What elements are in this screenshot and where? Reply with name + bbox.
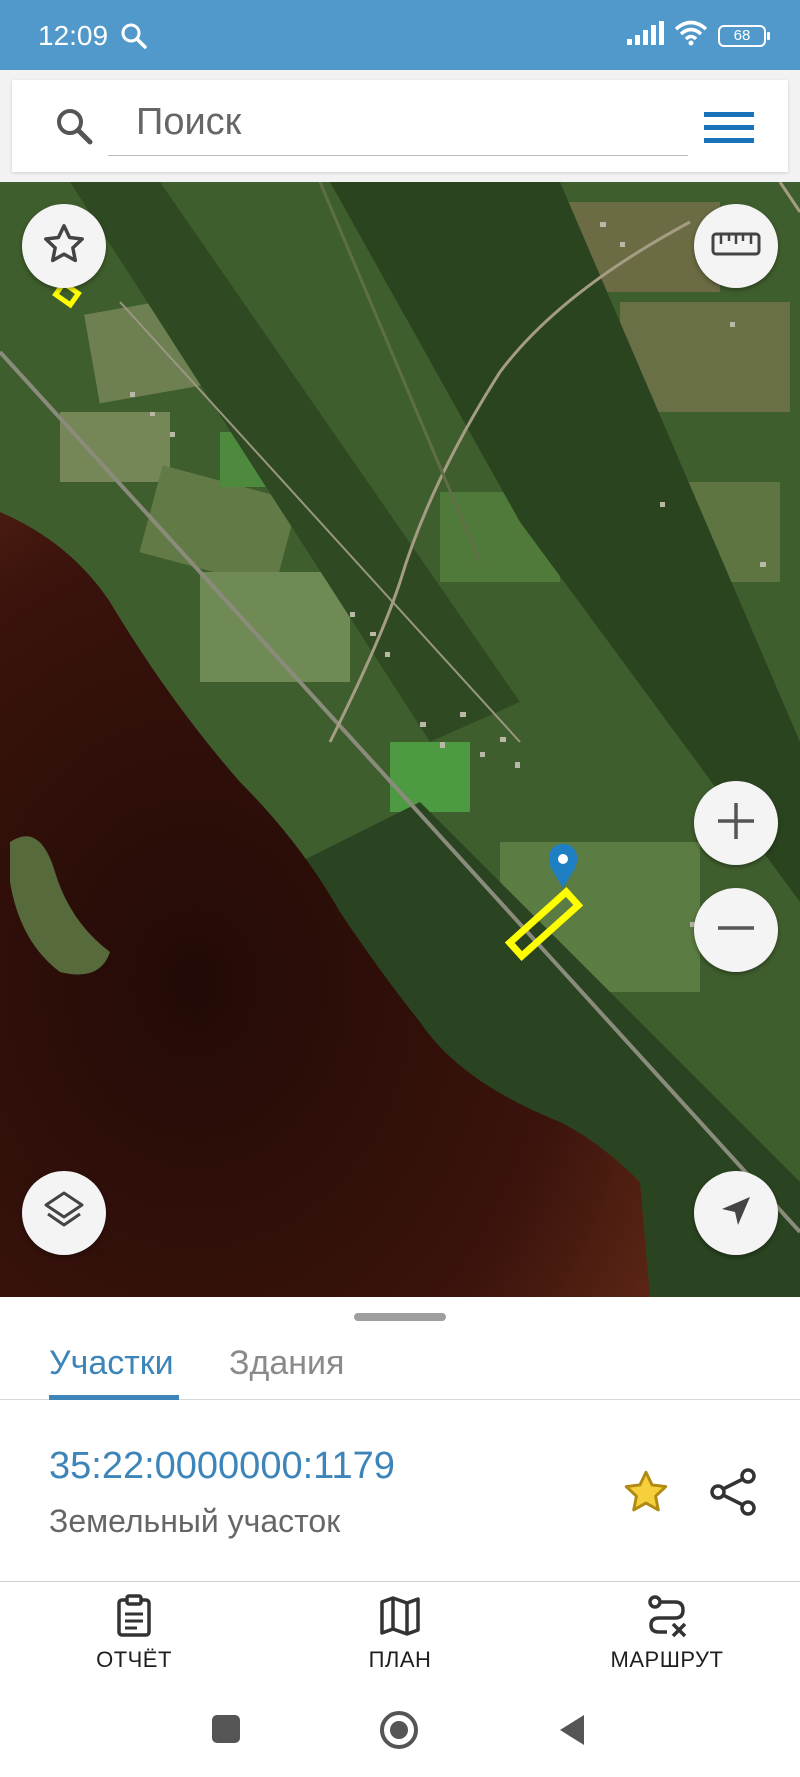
status-bar: 12:09 68 (0, 0, 800, 70)
plan-label: ПЛАН (368, 1647, 432, 1672)
wifi-icon (674, 20, 708, 51)
battery-icon: 68 (718, 24, 770, 47)
favorites-button[interactable] (22, 204, 106, 288)
parcel-cadastral-number[interactable]: 35:22:0000000:1179 (49, 1445, 395, 1488)
measure-button[interactable] (694, 204, 778, 288)
search-area (0, 70, 800, 182)
zoom-in-icon (714, 799, 758, 848)
plan-button[interactable]: ПЛАН (320, 1594, 480, 1673)
parcel-type: Земельный участок (49, 1503, 341, 1539)
menu-icon[interactable] (704, 110, 754, 151)
star-outline-icon (41, 221, 87, 272)
layers-icon (40, 1187, 88, 1240)
system-nav-bar (0, 1691, 800, 1777)
locate-arrow-icon (718, 1193, 754, 1234)
recents-square-icon[interactable] (210, 1713, 242, 1750)
search-bar (12, 80, 788, 172)
back-triangle-icon[interactable] (556, 1713, 588, 1752)
route-button[interactable]: МАРШРУТ (587, 1594, 747, 1673)
star-filled-icon[interactable] (620, 1467, 672, 1522)
share-icon[interactable] (708, 1467, 758, 1522)
signal-icon (626, 21, 664, 50)
route-label: МАРШРУТ (610, 1647, 724, 1672)
layers-button[interactable] (22, 1171, 106, 1255)
battery-level: 68 (733, 26, 751, 44)
active-tab-indicator (49, 1395, 179, 1400)
my-location-button[interactable] (694, 1171, 778, 1255)
report-button[interactable]: ОТЧЁТ (54, 1594, 214, 1673)
zoom-in-button[interactable] (694, 781, 778, 865)
action-bar: ОТЧЁТ ПЛАН МАРШРУТ (0, 1581, 800, 1692)
report-label: ОТЧЁТ (96, 1647, 172, 1672)
map-imagery (0, 182, 800, 1297)
sheet-drag-handle[interactable] (354, 1313, 446, 1321)
map-plan-icon (378, 1596, 422, 1642)
bottom-sheet: Участки Здания 35:22:0000000:1179 Земель… (0, 1297, 800, 1581)
route-icon (645, 1595, 689, 1642)
search-input[interactable] (108, 90, 688, 156)
zoom-out-button[interactable] (694, 888, 778, 972)
zoom-out-icon (714, 906, 758, 955)
search-icon[interactable] (54, 106, 94, 151)
status-time: 12:09 (38, 20, 109, 51)
tab-bar: Участки Здания (0, 1327, 800, 1400)
satellite-map[interactable] (0, 182, 800, 1297)
ruler-icon (711, 230, 761, 263)
tab-parcels[interactable]: Участки (49, 1327, 174, 1399)
home-circle-icon[interactable] (378, 1709, 420, 1756)
report-clipboard-icon (114, 1594, 154, 1642)
search-icon (120, 22, 148, 55)
tab-buildings[interactable]: Здания (229, 1327, 344, 1399)
